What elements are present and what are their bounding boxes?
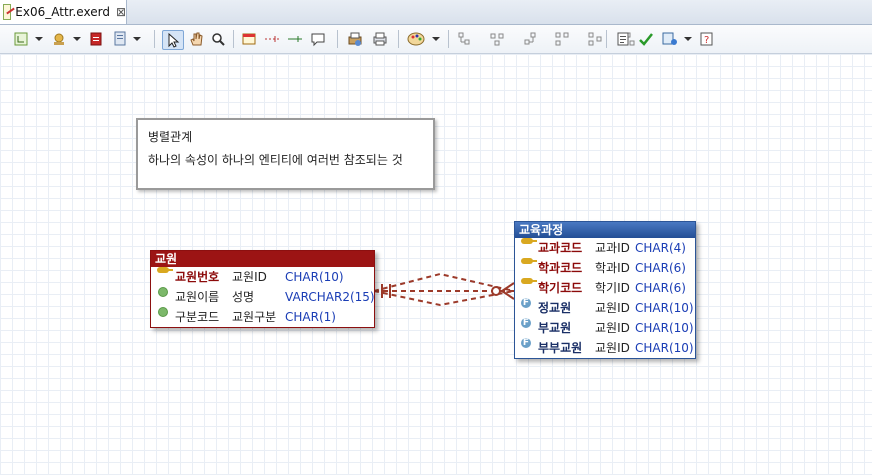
- attribute-logical-name: 교과코드: [538, 241, 583, 255]
- editor-tab[interactable]: Ex06_Attr.exerd ⊠: [0, 0, 127, 24]
- foreign-key-icon: F: [521, 298, 531, 308]
- entity-faculty[interactable]: 교원 교원번호 교원ID CHAR(10) 교원이름 성명 VARCHAR2(1…: [150, 250, 375, 328]
- zoom-icon[interactable]: [209, 30, 227, 48]
- attribute-icon: [158, 307, 168, 317]
- check-icon[interactable]: [637, 30, 655, 48]
- tab-title: Ex06_Attr.exerd: [15, 5, 110, 19]
- align-icon[interactable]: [489, 31, 505, 47]
- align-icon[interactable]: [456, 31, 472, 47]
- editor-tab-strip: Ex06_Attr.exerd ⊠: [0, 0, 872, 25]
- primary-key-icon: [521, 278, 537, 284]
- attribute-row[interactable]: 교원이름 성명 VARCHAR2(15): [151, 287, 375, 307]
- entity-title: 교육과정: [515, 222, 695, 238]
- attribute-logical-name: 부교원: [538, 321, 572, 335]
- align-icon[interactable]: [587, 31, 603, 47]
- entity-course[interactable]: 교육과정 교과코드 교과ID CHAR(4) 학과코드 학과ID CHAR(6)…: [514, 221, 696, 359]
- chevron-down-icon[interactable]: [432, 37, 440, 41]
- attribute-type: VARCHAR2(15): [285, 290, 375, 304]
- note-icon[interactable]: [240, 30, 258, 48]
- primary-key-icon: [521, 258, 537, 264]
- attribute-physical-name: 교원ID: [232, 270, 267, 284]
- attribute-icon: [158, 287, 168, 297]
- attribute-row[interactable]: F 정교원 교원ID CHAR(10): [515, 298, 695, 318]
- attribute-row[interactable]: 학기코드 학기ID CHAR(6): [515, 278, 695, 298]
- attribute-type: CHAR(10): [635, 321, 694, 335]
- table-icon[interactable]: [88, 30, 104, 48]
- chevron-down-icon[interactable]: [133, 37, 141, 41]
- attribute-physical-name: 교원ID: [595, 321, 630, 335]
- close-icon[interactable]: ⊠: [116, 5, 126, 19]
- diagram-canvas[interactable]: 병렬관계 하나의 속성이 하나의 엔티티에 여러번 참조되는 것 교원 교원번호…: [0, 54, 872, 475]
- primary-key-icon: [521, 238, 537, 244]
- validate-icon[interactable]: [660, 30, 680, 48]
- attribute-logical-name: 학과코드: [538, 261, 583, 275]
- help-icon[interactable]: ?: [698, 30, 716, 48]
- relation2-icon[interactable]: [286, 30, 304, 48]
- relation-icon[interactable]: [263, 30, 281, 48]
- toolbar: ?: [0, 25, 872, 54]
- chevron-down-icon[interactable]: [684, 37, 692, 41]
- foreign-key-icon: F: [521, 338, 531, 348]
- comment-icon[interactable]: [309, 30, 327, 48]
- attribute-type: CHAR(1): [285, 310, 336, 324]
- printer-icon[interactable]: [370, 30, 390, 48]
- align-icon[interactable]: [554, 31, 570, 47]
- attribute-type: CHAR(10): [635, 341, 694, 355]
- attribute-row[interactable]: F 부부교원 교원ID CHAR(10): [515, 338, 695, 358]
- attribute-type: CHAR(4): [635, 241, 686, 255]
- attribute-type: CHAR(10): [635, 301, 694, 315]
- attribute-physical-name: 교원ID: [595, 301, 630, 315]
- attribute-row[interactable]: F 부교원 교원ID CHAR(10): [515, 318, 695, 338]
- attribute-row[interactable]: 교과코드 교과ID CHAR(4): [515, 238, 695, 258]
- relationship-lines: [373, 272, 515, 307]
- attribute-logical-name: 학기코드: [538, 281, 583, 295]
- chevron-down-icon[interactable]: [73, 37, 81, 41]
- attribute-logical-name: 교원이름: [175, 290, 220, 304]
- align-icon[interactable]: [522, 31, 538, 47]
- layout-icon[interactable]: [12, 30, 30, 48]
- attribute-row[interactable]: 학과코드 학과ID CHAR(6): [515, 258, 695, 278]
- attribute-logical-name: 구분코드: [175, 310, 220, 324]
- attribute-physical-name: 교원구분: [232, 310, 277, 324]
- palette-icon[interactable]: [406, 30, 428, 48]
- page-icon[interactable]: [112, 30, 128, 48]
- select-icon[interactable]: [162, 30, 184, 50]
- erd-file-icon: [3, 4, 12, 20]
- attribute-physical-name: 학과ID: [595, 261, 630, 275]
- attribute-logical-name: 정교원: [538, 301, 572, 315]
- hand-icon[interactable]: [187, 30, 205, 48]
- attribute-physical-name: 성명: [232, 290, 255, 304]
- attribute-logical-name: 부부교원: [538, 341, 583, 355]
- report-icon[interactable]: [614, 30, 632, 48]
- attribute-physical-name: 학기ID: [595, 281, 630, 295]
- attribute-type: CHAR(10): [285, 270, 344, 284]
- entity-icon[interactable]: [50, 30, 68, 48]
- svg-text:?: ?: [704, 35, 709, 46]
- attribute-physical-name: 교과ID: [595, 241, 630, 255]
- attribute-row[interactable]: 교원번호 교원ID CHAR(10): [151, 267, 374, 287]
- align-toolbar: [456, 30, 636, 48]
- attribute-type: CHAR(6): [635, 281, 686, 295]
- attribute-row[interactable]: 구분코드 교원구분 CHAR(1): [151, 307, 374, 327]
- entity-title: 교원: [151, 251, 374, 267]
- print-icon[interactable]: [345, 30, 365, 48]
- attribute-physical-name: 교원ID: [595, 341, 630, 355]
- primary-key-icon: [157, 267, 173, 273]
- chevron-down-icon[interactable]: [35, 37, 43, 41]
- attribute-type: CHAR(6): [635, 261, 686, 275]
- foreign-key-icon: F: [521, 318, 531, 328]
- attribute-logical-name: 교원번호: [175, 270, 220, 284]
